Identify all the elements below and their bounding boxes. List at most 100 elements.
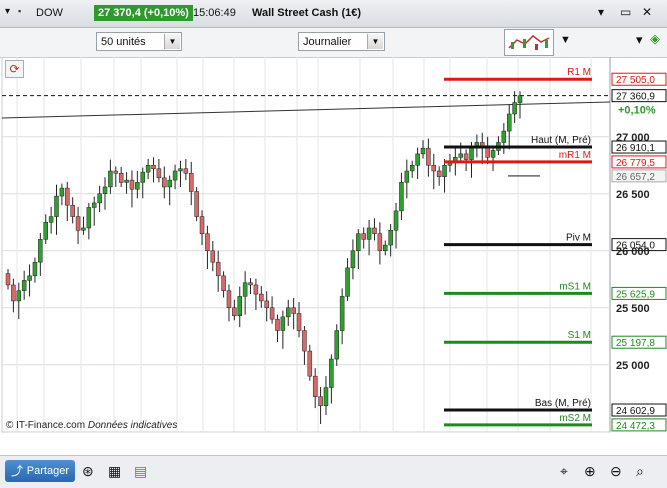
candle-body <box>248 282 253 286</box>
candle-body <box>102 186 108 195</box>
candle-body <box>312 375 318 397</box>
candle-body <box>108 170 113 188</box>
candle-body <box>291 307 296 314</box>
window-menu-icon[interactable]: ▾ <box>598 5 604 19</box>
candle-body <box>361 233 366 240</box>
title-bar: ▾ ▪ DOW 27 370,4 (+0,10%) 15:06:49 Wall … <box>0 0 667 28</box>
candle-body <box>275 318 280 331</box>
units-value: 50 unités <box>101 36 146 48</box>
candle-body <box>334 330 340 360</box>
candle-body <box>393 210 399 231</box>
candle-body <box>463 153 469 160</box>
candle-body <box>415 153 420 166</box>
drawing-tool-icon[interactable]: ⊛ <box>82 463 94 479</box>
extra-price-value: 26 657,2 <box>616 172 655 183</box>
candle-body <box>409 165 415 172</box>
candle-body <box>48 216 54 223</box>
candle-body <box>506 113 512 132</box>
candle-body <box>345 267 350 297</box>
candle-body <box>302 330 307 352</box>
candle-body <box>372 227 377 234</box>
candle-body <box>178 168 183 172</box>
zoom-in-icon[interactable]: ⊕ <box>584 463 596 479</box>
candle-body <box>221 275 226 291</box>
chart-type-icon[interactable] <box>504 29 554 56</box>
candle-body <box>286 307 291 318</box>
candle-body <box>307 350 313 377</box>
indicator-icon[interactable]: ▤ <box>134 463 147 479</box>
price-tag-value: 24 602,9 <box>616 406 655 417</box>
grid-icon[interactable]: ▦ <box>108 463 121 479</box>
candle-body <box>129 179 135 190</box>
candle-body <box>167 179 172 188</box>
candle-body <box>259 293 264 302</box>
candle-body <box>442 165 447 177</box>
chevron-down-icon[interactable]: ▼ <box>560 34 571 46</box>
candle-body <box>70 204 75 217</box>
share-icon: ⤴ <box>11 464 24 478</box>
lock-icon: ▪ <box>18 6 22 16</box>
y-tick-label: 25 000 <box>616 360 650 372</box>
candle-body <box>501 130 507 143</box>
minimize-icon[interactable]: ▭ <box>620 5 631 19</box>
candle-body <box>54 195 59 217</box>
price-tag-value: 24 472,3 <box>616 421 655 432</box>
candle-body <box>490 150 496 158</box>
change-value: +0,10% <box>618 105 656 117</box>
candle-body <box>97 193 102 204</box>
candlestick-chart[interactable]: R1 M 27 505,0 Haut (M, Pré) 26 910,1 mR1 M 26… <box>0 57 667 434</box>
y-tick-label: 26 500 <box>616 189 650 201</box>
candle-body <box>242 282 248 297</box>
candle-body <box>205 233 210 252</box>
candle-body <box>377 233 383 252</box>
candle-body <box>199 216 205 234</box>
chevron-down-icon[interactable]: ▾ <box>5 6 10 17</box>
bottom-toolbar: ⤴ Partager ⊛ ▦ ▤ ⌖ ⊕ ⊖ ⌕ <box>0 455 667 488</box>
chevron-down-icon: ▼ <box>367 34 383 49</box>
candle-body <box>232 307 237 316</box>
candle-body <box>11 284 16 302</box>
pivot-label: mS2 M <box>559 413 591 424</box>
share-button[interactable]: ⤴ Partager <box>5 460 75 482</box>
candle-body <box>388 230 393 246</box>
candle-body <box>366 227 372 240</box>
candle-body <box>183 168 189 174</box>
period-select[interactable]: Journalier ▼ <box>298 32 385 51</box>
candle-body <box>75 216 81 231</box>
candle-body <box>517 95 523 103</box>
candle-body <box>210 250 216 263</box>
candle-body <box>5 273 11 286</box>
price-tag-value: 26 910,1 <box>616 143 655 154</box>
trend-line <box>1 101 611 119</box>
period-value: Journalier <box>303 36 352 48</box>
toolbar: 50 unités ▼ Journalier ▼ ▼ ▾ ◈ <box>0 28 667 58</box>
zoom-out-icon[interactable]: ⊖ <box>610 463 622 479</box>
candle-body <box>253 284 259 295</box>
candle-body <box>226 290 232 309</box>
candle-body <box>512 102 517 115</box>
candle-body <box>469 147 474 160</box>
candle-body <box>383 244 388 252</box>
candle-body <box>318 396 323 407</box>
pivot-label: Piv M <box>566 233 591 244</box>
crosshair-icon[interactable]: ⌖ <box>560 463 568 479</box>
candle-body <box>194 191 199 217</box>
candle-body <box>339 296 345 331</box>
candle-body <box>269 307 275 320</box>
candle-body <box>43 222 48 240</box>
candle-body <box>151 165 156 169</box>
candle-body <box>404 170 410 183</box>
refresh-icon[interactable]: ⟳ <box>5 60 24 78</box>
pivot-label: mS1 M <box>559 281 591 292</box>
search-icon[interactable]: ⌕ <box>636 463 644 479</box>
settings-icon[interactable]: ▾ <box>636 32 643 48</box>
symbol-label[interactable]: DOW <box>36 7 63 19</box>
units-select[interactable]: 50 unités ▼ <box>96 32 182 51</box>
close-icon[interactable]: ✕ <box>642 5 652 19</box>
candle-body <box>350 250 356 269</box>
candle-body <box>296 313 302 331</box>
instrument-name: Wall Street Cash (1€) <box>252 7 362 19</box>
indicator-icon[interactable]: ◈ <box>650 31 660 47</box>
last-price-value: 27 360,9 <box>616 92 655 103</box>
candle-body <box>118 173 124 183</box>
